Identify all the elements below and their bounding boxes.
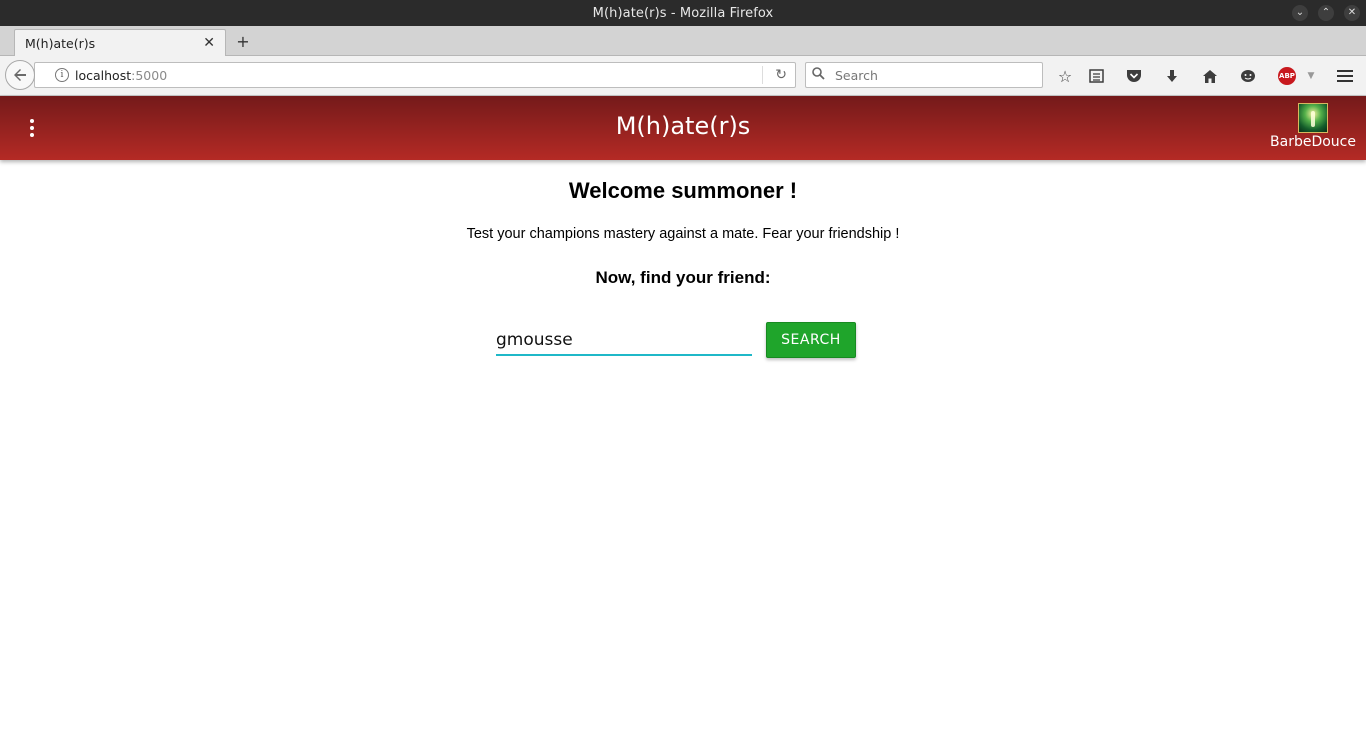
navigation-bar: i localhost:5000 ↻ ☆ ABP ▼ [0, 56, 1366, 96]
close-icon[interactable]: ✕ [1344, 5, 1360, 21]
tagline: Test your champions mastery against a ma… [466, 226, 900, 242]
browser-tab[interactable]: M(h)ate(r)s ✕ [14, 29, 226, 56]
window-titlebar: M(h)ate(r)s - Mozilla Firefox ⌄ ⌃ ✕ [0, 0, 1366, 26]
browser-search-box[interactable] [805, 62, 1043, 88]
back-arrow-icon [14, 69, 26, 81]
bookmark-star-icon[interactable]: ☆ [1054, 65, 1076, 87]
page-title: Welcome summoner ! [568, 178, 798, 203]
tab-close-icon[interactable]: ✕ [203, 35, 215, 51]
app-title: M(h)ate(r)s [615, 112, 751, 140]
browser-search-input[interactable] [833, 66, 1023, 84]
adblock-label: ABP [1278, 67, 1296, 85]
search-prompt: Now, find your friend: [595, 268, 771, 287]
search-icon [812, 66, 825, 84]
url-divider [762, 66, 763, 84]
window-controls: ⌄ ⌃ ✕ [1292, 5, 1360, 21]
new-tab-button[interactable]: + [234, 31, 252, 51]
main-content: Welcome summoner ! Test your champions m… [0, 160, 1366, 740]
avatar[interactable] [1298, 103, 1328, 133]
home-icon[interactable] [1199, 65, 1221, 87]
dropdown-arrow-icon[interactable]: ▼ [1300, 65, 1322, 87]
adblock-plus-icon[interactable]: ABP [1276, 65, 1298, 87]
info-icon[interactable]: i [55, 68, 69, 82]
chat-icon[interactable] [1237, 65, 1259, 87]
download-icon[interactable] [1161, 65, 1183, 87]
back-button[interactable] [5, 60, 35, 90]
pocket-icon[interactable] [1123, 65, 1145, 87]
minimize-icon[interactable]: ⌄ [1292, 5, 1308, 21]
tab-strip: M(h)ate(r)s ✕ + [0, 26, 1366, 56]
menu-icon[interactable] [1334, 65, 1356, 87]
reload-icon[interactable]: ↻ [775, 67, 787, 83]
window-title: M(h)ate(r)s - Mozilla Firefox [592, 5, 774, 21]
url-port: :5000 [131, 67, 168, 83]
user-profile[interactable]: BarbeDouce [1268, 103, 1358, 150]
username: BarbeDouce [1270, 134, 1356, 150]
search-button[interactable]: SEARCH [766, 322, 856, 358]
url-bar[interactable]: i localhost:5000 ↻ [34, 62, 796, 88]
friend-search-input[interactable] [496, 326, 752, 356]
maximize-icon[interactable]: ⌃ [1318, 5, 1334, 21]
reader-list-icon[interactable] [1085, 65, 1107, 87]
app-header: M(h)ate(r)s BarbeDouce [0, 96, 1366, 160]
tab-title: M(h)ate(r)s [25, 35, 96, 51]
url-host: localhost [75, 67, 132, 83]
